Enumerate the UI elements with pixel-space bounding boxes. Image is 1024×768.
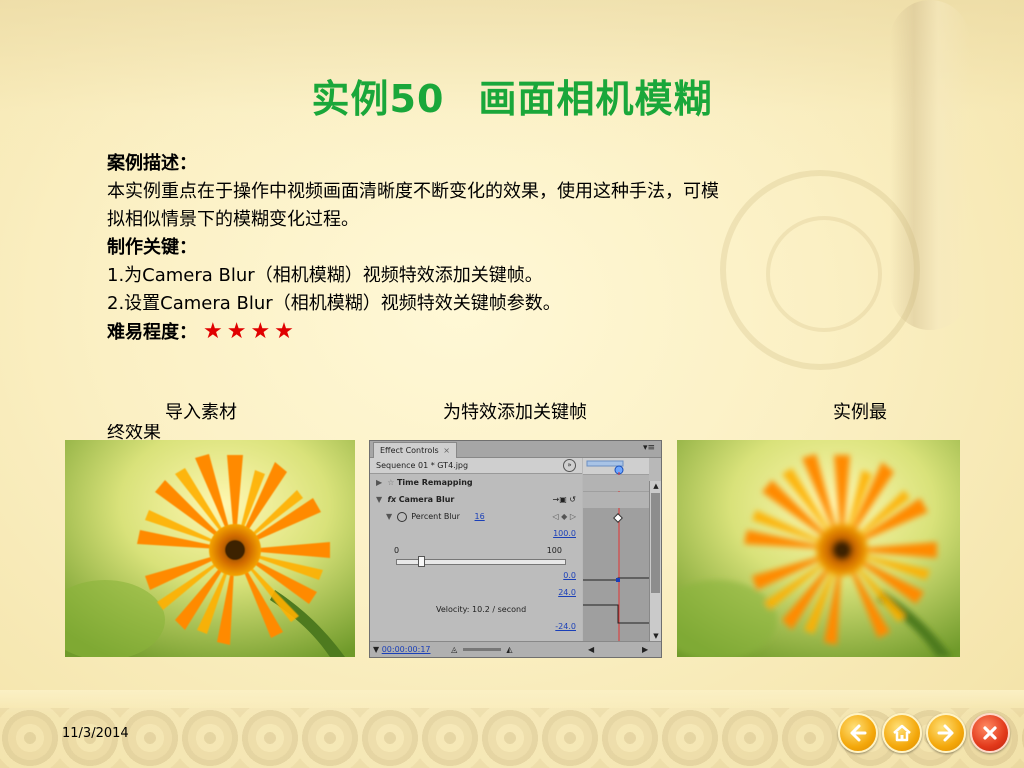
value-100[interactable]: 100.0 xyxy=(553,529,576,538)
flower-image xyxy=(65,440,355,657)
nav-close-button[interactable] xyxy=(970,713,1010,753)
value-0[interactable]: 0.0 xyxy=(563,571,576,580)
imported-footage-image xyxy=(65,440,355,657)
close-icon xyxy=(983,726,997,740)
zoom-slider[interactable] xyxy=(462,648,501,651)
fx-icon[interactable]: fx xyxy=(385,495,396,504)
graph-keyframe-point[interactable] xyxy=(616,578,620,582)
sequence-label: Sequence 01 * GT4.jpg xyxy=(376,461,469,470)
work-area-bar[interactable] xyxy=(586,460,624,467)
effect-controls-panel: Effect Controls × ▾≡ Sequence 01 * GT4.j… xyxy=(369,440,662,658)
nav-forward-icon[interactable]: » xyxy=(563,459,576,472)
stopwatch-icon[interactable] xyxy=(396,511,407,522)
scroll-right-icon[interactable]: ▶ xyxy=(642,642,648,657)
timecode[interactable]: 00:00:00:17 xyxy=(382,645,431,654)
camera-blur-label: Camera Blur xyxy=(398,495,455,504)
arrow-left-icon xyxy=(850,724,867,742)
keys-heading: 制作关键： xyxy=(107,237,197,258)
scroll-left-icon[interactable]: ◀ xyxy=(588,642,594,657)
panel-tabbar: Effect Controls × ▾≡ xyxy=(370,441,661,458)
final-result-image xyxy=(677,440,960,657)
percent-blur-value[interactable]: 16 xyxy=(475,512,485,521)
zoom-out-icon[interactable]: ◬ xyxy=(451,645,457,654)
percent-blur-label: Percent Blur xyxy=(411,512,460,521)
scroll-up-icon[interactable]: ▲ xyxy=(650,481,661,491)
vertical-scrollbar[interactable]: ▲ ▼ xyxy=(649,481,661,641)
arrow-right-icon xyxy=(937,724,954,742)
zoom-in-icon[interactable]: ◭ xyxy=(506,645,512,654)
title-text-part: 画面相机模糊 xyxy=(478,77,713,121)
value-neg24[interactable]: -24.0 xyxy=(555,622,576,631)
nav-next-button[interactable] xyxy=(926,713,966,753)
percent-blur-row: ▼ Percent Blur 16 ◁ ◆ ▷ xyxy=(370,509,582,525)
slider-min-label: 0 xyxy=(394,546,400,555)
time-remap-track xyxy=(583,475,649,491)
flower-blurred-image xyxy=(677,440,960,657)
slide-body: 案例描述： 本实例重点在于操作中视频画面清晰度不断变化的效果，使用这种手法，可模… xyxy=(107,150,907,347)
desc-line-2: 拟相似情景下的模糊变化过程。 xyxy=(107,209,359,230)
caption-keyframe: 为特效添加关键帧 xyxy=(443,402,587,423)
keyframe-nav-icon[interactable]: ◁ ◆ ▷ xyxy=(552,509,576,525)
sequence-row: Sequence 01 * GT4.jpg » xyxy=(370,458,582,474)
scroll-thumb[interactable] xyxy=(651,493,660,593)
slide-title: 实例50 画面相机模糊 xyxy=(0,68,1024,123)
velocity-label: Velocity: 10.2 / second xyxy=(436,605,527,614)
value-24-row: 24.0 xyxy=(370,585,582,601)
caption-import: 导入素材 xyxy=(165,402,237,423)
time-remapping-row[interactable]: ▶ ☆ Time Remapping xyxy=(370,475,582,491)
collapse-arrow-icon[interactable]: ▼ xyxy=(376,495,382,504)
velocity-graph-line xyxy=(583,604,649,624)
time-remapping-label: Time Remapping xyxy=(396,478,473,487)
slider-max-label: 100 xyxy=(546,546,562,555)
panel-footer: ▼ 00:00:00:17 ◬ ◭ ◀ ▶ xyxy=(370,641,661,657)
keyframe-icon[interactable] xyxy=(613,513,623,523)
tab-effect-controls[interactable]: Effect Controls × xyxy=(373,442,457,458)
tab-close-icon[interactable]: × xyxy=(443,446,450,455)
expand-arrow-icon[interactable]: ▶ xyxy=(376,478,382,487)
collapse-arrow-icon-2[interactable]: ▼ xyxy=(386,512,392,521)
caption-final-b: 终效果 xyxy=(107,424,161,440)
reset-icon[interactable]: →▣ ↺ xyxy=(552,492,576,508)
title-number-part: 实例50 xyxy=(311,77,445,121)
desc-line-1: 本实例重点在于操作中视频画面清晰度不断变化的效果，使用这种手法，可模 xyxy=(107,181,719,202)
slide: 实例50 画面相机模糊 案例描述： 本实例重点在于操作中视频画面清晰度不断变化的效… xyxy=(0,0,1024,768)
timecode-marker-icon: ▼ xyxy=(373,645,380,654)
camera-blur-row[interactable]: ▼ fx Camera Blur →▣ ↺ xyxy=(370,492,582,508)
scroll-down-icon[interactable]: ▼ xyxy=(650,631,661,641)
difficulty-row: 难易程度： ★★★★ xyxy=(107,318,907,347)
camera-blur-track xyxy=(583,492,649,508)
difficulty-stars: ★★★★ xyxy=(203,319,298,344)
difficulty-label: 难易程度： xyxy=(107,322,197,343)
velocity-row: Velocity: 10.2 / second xyxy=(370,602,582,618)
footer-date: 11/3/2014 xyxy=(62,726,129,741)
panel-menu-icon[interactable]: ▾≡ xyxy=(643,443,655,453)
slider-labels-row: 0 100 xyxy=(370,543,582,559)
desc-heading: 案例描述： xyxy=(107,153,197,174)
zero-value-row: 0.0 xyxy=(370,568,582,584)
keyframe-graph xyxy=(583,458,649,641)
timeline-area[interactable] xyxy=(583,458,649,641)
keys-item-2: 2.设置Camera Blur（相机模糊）视频特效关键帧参数。 xyxy=(107,293,561,314)
slider-handle[interactable] xyxy=(418,556,425,567)
max-value-row: 100.0 xyxy=(370,526,582,542)
value-24[interactable]: 24.0 xyxy=(558,588,576,597)
tab-effect-controls-label: Effect Controls xyxy=(380,446,439,455)
caption-final-a: 实例最 xyxy=(833,402,887,423)
nav-previous-button[interactable] xyxy=(838,713,878,753)
nav-home-button[interactable] xyxy=(882,713,922,753)
effect-fx-icon: ☆ xyxy=(384,478,395,487)
value-neg24-row: -24.0 xyxy=(370,619,582,635)
effects-list: Sequence 01 * GT4.jpg » ▶ ☆ Time Remappi… xyxy=(370,458,582,641)
keys-item-1: 1.为Camera Blur（相机模糊）视频特效添加关键帧。 xyxy=(107,265,543,286)
home-icon xyxy=(893,724,911,742)
